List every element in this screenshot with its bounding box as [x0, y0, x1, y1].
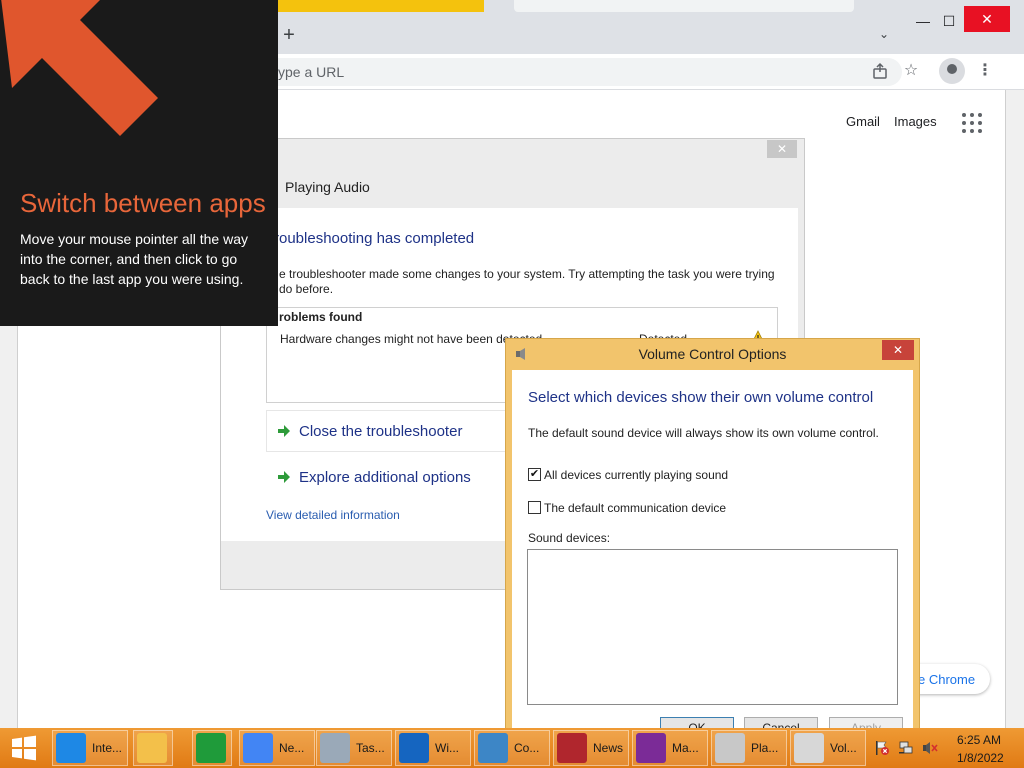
maps-icon: [636, 733, 666, 763]
taskbar-button-label: Tas...: [356, 741, 385, 755]
tip-body: Move your mouse pointer all the way into…: [20, 231, 248, 287]
taskbar-button-label: Ma...: [672, 741, 699, 755]
problem-name: Hardware changes might not have been det…: [280, 332, 543, 346]
corner-arrow-icon: [1, 0, 158, 136]
address-bar[interactable]: [278, 58, 902, 86]
default-communication-device-label[interactable]: The default communication device: [544, 501, 726, 515]
troubleshooter-close-button[interactable]: ✕: [767, 140, 797, 158]
green-arrow-icon: [277, 470, 291, 484]
problems-found-title: roblems found: [279, 310, 363, 324]
more-menu-icon[interactable]: ⋮: [977, 60, 993, 82]
volume-dialog-title: Volume Control Options: [638, 346, 787, 362]
start-button[interactable]: [8, 734, 40, 762]
volume-dialog-description: The default sound device will always sho…: [528, 426, 879, 440]
network-icon[interactable]: [898, 740, 914, 756]
new-tab-button[interactable]: +: [279, 25, 299, 45]
store-icon: [196, 733, 226, 763]
sound-devices-label: Sound devices:: [528, 531, 611, 545]
address-bar-placeholder[interactable]: ype a URL: [278, 64, 344, 80]
control-panel-icon: [478, 733, 508, 763]
volume-dialog-close-button[interactable]: ✕: [882, 340, 914, 360]
tab-search-chevron-icon[interactable]: ⌄: [875, 27, 893, 45]
all-devices-checkbox-label[interactable]: All devices currently playing sound: [544, 468, 728, 482]
images-link[interactable]: Images: [894, 114, 937, 129]
task-manager-icon: [320, 733, 350, 763]
switch-apps-tip: Switch between apps Move your mouse poin…: [0, 0, 278, 326]
taskbar-button-label: Ne...: [279, 741, 305, 755]
chrome-icon: [243, 733, 273, 763]
taskbar-button-label: Wi...: [435, 741, 459, 755]
troubleshooter-description: e troubleshooter made some changes to yo…: [279, 267, 775, 296]
file-explorer-icon: [137, 733, 167, 763]
taskbar-button-label: Pla...: [751, 741, 779, 755]
clock-date[interactable]: 1/8/2022: [957, 751, 1004, 765]
explore-additional-options-label[interactable]: Explore additional options: [299, 469, 471, 486]
profile-avatar[interactable]: [939, 58, 965, 84]
tip-title: Switch between apps: [20, 188, 266, 218]
taskbar-button-label: News: [593, 741, 624, 755]
customize-chrome-label[interactable]: e Chrome: [918, 672, 975, 687]
help-icon: [399, 733, 429, 763]
close-window-button[interactable]: ✕: [964, 6, 1010, 32]
audio-troubleshooter-icon: [715, 733, 745, 763]
taskbar-button-label: Inte...: [92, 741, 123, 755]
troubleshooter-title: Playing Audio: [285, 179, 370, 195]
google-apps-icon[interactable]: [962, 113, 982, 133]
chrome-scroll-area: [1005, 90, 1024, 728]
volume-muted-icon[interactable]: [922, 740, 938, 756]
news-icon: [557, 733, 587, 763]
gmail-link[interactable]: Gmail: [846, 114, 880, 129]
all-devices-checkbox[interactable]: ✔: [528, 468, 541, 481]
close-troubleshooter-label[interactable]: Close the troubleshooter: [299, 423, 462, 440]
internet-explorer-icon: [56, 733, 86, 763]
volume-icon: [794, 733, 824, 763]
action-center-flag-icon[interactable]: [874, 740, 890, 756]
view-detailed-information-link[interactable]: View detailed information: [266, 508, 400, 522]
green-arrow-icon: [277, 424, 291, 438]
sound-devices-list[interactable]: [527, 549, 898, 705]
taskbar-button-label: Co...: [514, 741, 540, 755]
troubleshooter-heading: roubleshooting has completed: [274, 230, 475, 247]
volume-dialog-heading: Select which devices show their own volu…: [528, 389, 874, 406]
chrome-tab[interactable]: [278, 0, 484, 12]
clock-time[interactable]: 6:25 AM: [957, 733, 1001, 747]
share-icon[interactable]: [870, 62, 890, 82]
maximize-button[interactable]: ☐: [932, 10, 966, 32]
taskbar-button-label: Vol...: [830, 741, 857, 755]
default-communication-device-checkbox[interactable]: [528, 501, 541, 514]
bookmark-star-icon[interactable]: ☆: [900, 60, 922, 82]
chrome-tab-inactive[interactable]: [514, 0, 854, 12]
